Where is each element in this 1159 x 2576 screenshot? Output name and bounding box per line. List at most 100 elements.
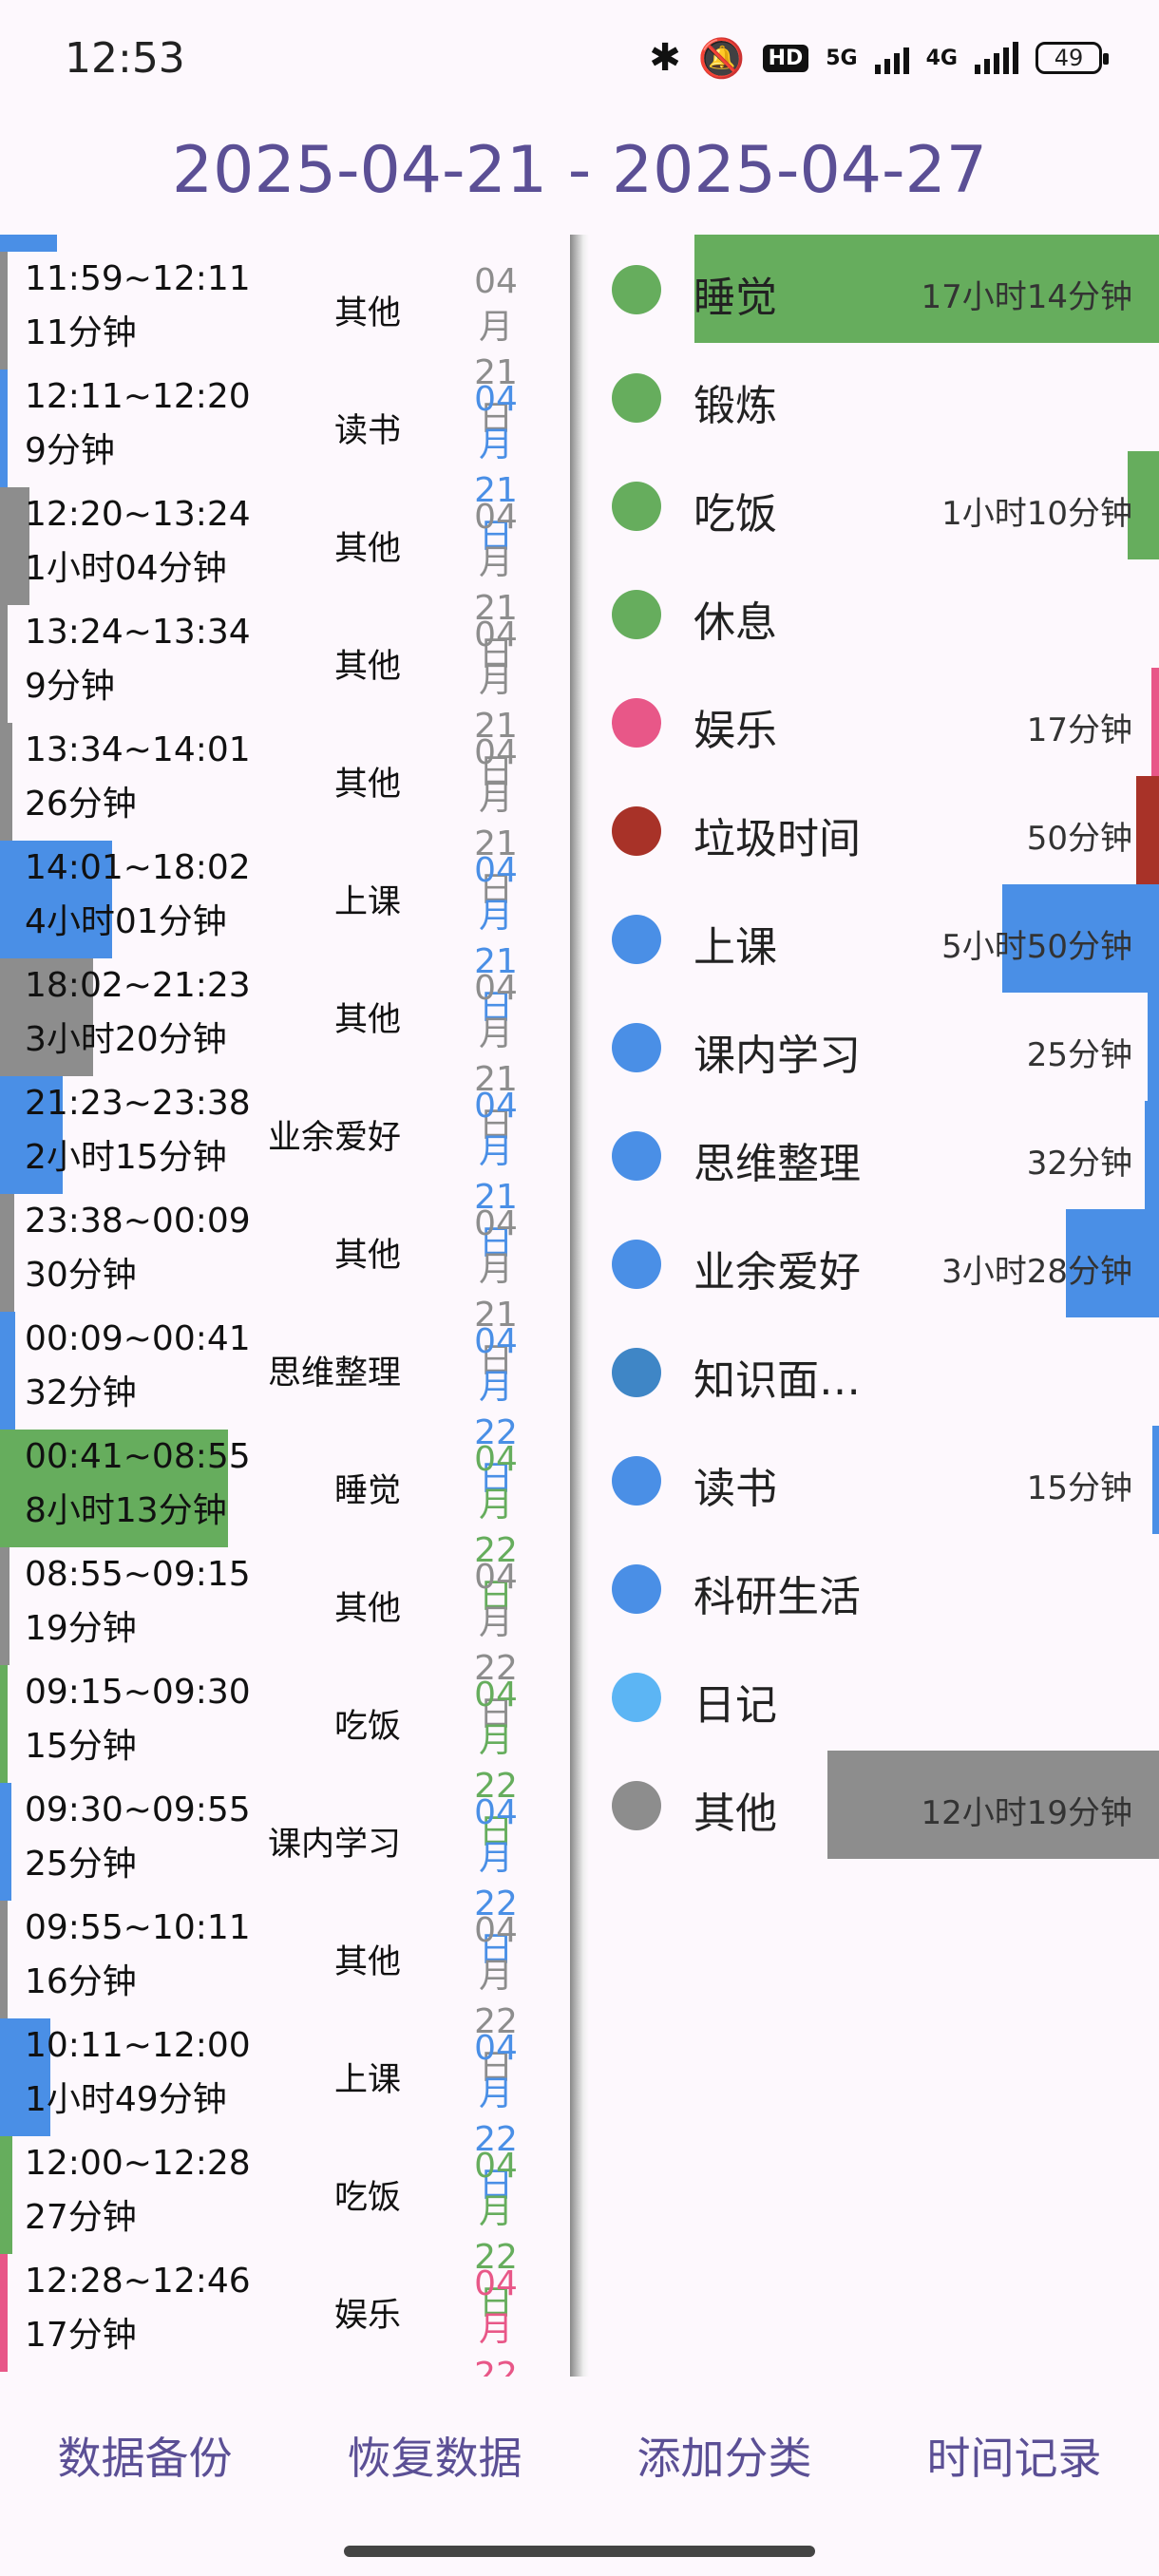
category-row[interactable]: 读书 15分钟 xyxy=(589,1426,1159,1534)
date-range-title[interactable]: 2025-04-21 - 2025-04-27 xyxy=(0,133,1159,208)
record-duration-bar xyxy=(0,1665,8,1783)
category-total-duration: 17小时14分钟 xyxy=(921,278,1132,316)
record-row-partial[interactable] xyxy=(0,235,57,252)
record-category: 吃饭 xyxy=(333,2179,401,2217)
record-time-range: 11:59~12:11 xyxy=(25,259,251,298)
category-row[interactable]: 思维整理 32分钟 xyxy=(589,1101,1159,1209)
category-row[interactable]: 知识面… xyxy=(589,1317,1159,1426)
record-row[interactable]: 21:23~23:38 2小时15分钟 业余爱好 04月 21日 xyxy=(0,1076,570,1262)
category-total-bar xyxy=(1152,1426,1159,1534)
category-name: 吃饭 xyxy=(694,490,777,539)
category-row[interactable]: 锻炼 xyxy=(589,343,1159,451)
restore-data-button[interactable]: 恢复数据 xyxy=(290,2424,580,2487)
record-duration: 9分钟 xyxy=(25,431,115,470)
record-duration-bar xyxy=(0,252,8,369)
record-row[interactable]: 18:02~21:23 3小时20分钟 其他 04月 21日 xyxy=(0,958,570,1145)
record-row[interactable]: 00:41~08:55 8小时13分钟 睡觉 04月 22日 xyxy=(0,1430,570,1616)
record-row[interactable]: 12:11~12:20 9分钟 读书 04月 21日 xyxy=(0,369,570,556)
category-row[interactable]: 其他 12小时19分钟 xyxy=(589,1751,1159,1859)
record-row[interactable]: 09:30~09:55 25分钟 课内学习 04月 22日 xyxy=(0,1783,570,1969)
record-month: 04月 xyxy=(474,616,518,700)
record-duration-bar xyxy=(0,369,8,487)
category-row[interactable]: 睡觉 17小时14分钟 xyxy=(589,235,1159,343)
signal-4g-icon xyxy=(975,42,1018,74)
category-row[interactable]: 垃圾时间 50分钟 xyxy=(589,776,1159,884)
status-bar: 12:53 ✱ 🔕 HD 5G 4G 49 xyxy=(0,0,1159,114)
record-duration: 27分钟 xyxy=(25,2198,137,2237)
record-time-range: 14:01~18:02 xyxy=(25,848,251,887)
record-month: 04月 xyxy=(474,1440,518,1525)
category-color-dot xyxy=(612,1781,661,1830)
record-time-range: 09:15~09:30 xyxy=(25,1673,251,1712)
category-row[interactable]: 休息 xyxy=(589,559,1159,668)
record-row[interactable]: 10:11~12:00 1小时49分钟 上课 04月 22日 xyxy=(0,2018,570,2205)
record-category: 业余爱好 xyxy=(267,1119,401,1157)
record-duration: 2小时15分钟 xyxy=(25,1138,227,1177)
record-category: 吃饭 xyxy=(333,1708,401,1746)
category-row[interactable]: 日记 xyxy=(589,1642,1159,1751)
record-duration-bar xyxy=(0,2136,12,2254)
category-row[interactable]: 业余爱好 3小时28分钟 xyxy=(589,1209,1159,1317)
record-month: 04月 xyxy=(474,262,518,347)
record-row[interactable]: 12:28~12:4617分钟娱乐04月22日 xyxy=(0,2254,570,2377)
record-row[interactable]: 13:24~13:34 9分钟 其他 04月 21日 xyxy=(0,605,570,791)
category-total-duration: 15分钟 xyxy=(1026,1469,1132,1507)
record-duration-bar xyxy=(0,605,8,723)
category-total-bar xyxy=(1151,668,1159,776)
record-month: 04月 xyxy=(474,2264,518,2349)
record-category: 睡觉 xyxy=(333,1472,401,1510)
record-duration-bar xyxy=(0,1547,10,1665)
record-month: 04月 xyxy=(474,733,518,818)
record-row[interactable]: 11:59~12:11 11分钟 其他 04月 21日 xyxy=(0,252,570,438)
category-total-duration: 12小时19分钟 xyxy=(921,1794,1132,1832)
record-row[interactable]: 08:55~09:15 19分钟 其他 04月 22日 xyxy=(0,1547,570,1733)
records-list[interactable]: 11:59~12:11 11分钟 其他 04月 21日 12:11~12:20 9分钟 读书… xyxy=(0,235,570,2377)
record-time-range: 08:55~09:15 xyxy=(25,1555,251,1594)
record-row[interactable]: 23:38~00:09 30分钟 其他 04月 21日 xyxy=(0,1194,570,1380)
record-category: 上课 xyxy=(333,883,401,921)
status-time: 12:53 xyxy=(65,34,185,83)
record-duration-bar xyxy=(0,1194,14,1312)
record-day: 22日 xyxy=(474,2356,518,2377)
record-row[interactable]: 09:55~10:11 16分钟 其他 04月 22日 xyxy=(0,1901,570,2087)
record-row[interactable]: 12:00~12:28 27分钟 吃饭 04月 22日 xyxy=(0,2136,570,2322)
category-row[interactable]: 科研生活 xyxy=(589,1534,1159,1642)
record-row[interactable]: 00:09~00:41 32分钟 思维整理 04月 22日 xyxy=(0,1312,570,1498)
home-indicator[interactable] xyxy=(344,2546,815,2557)
category-list[interactable]: 睡觉 17小时14分钟 锻炼 吃饭 1小时10分钟休息娱乐 17分钟 垃圾时间 50分钟 上课 5… xyxy=(589,235,1159,2377)
record-category: 其他 xyxy=(333,294,401,332)
category-row[interactable]: 吃饭 1小时10分钟 xyxy=(589,451,1159,559)
record-row[interactable]: 09:15~09:30 15分钟 吃饭 04月 22日 xyxy=(0,1665,570,1851)
status-icons: ✱ 🔕 HD 5G 4G 49 xyxy=(649,34,1109,82)
category-row[interactable]: 娱乐 17分钟 xyxy=(589,668,1159,776)
record-time-range: 13:34~14:01 xyxy=(25,730,251,769)
category-total-bar xyxy=(1136,776,1159,884)
time-record-button[interactable]: 时间记录 xyxy=(869,2424,1159,2487)
record-time-range: 09:30~09:55 xyxy=(25,1790,251,1829)
record-month: 04月 xyxy=(474,2147,518,2231)
record-duration: 32分钟 xyxy=(25,1373,137,1412)
category-name: 知识面… xyxy=(694,1356,861,1405)
add-category-button[interactable]: 添加分类 xyxy=(580,2424,869,2487)
category-row[interactable]: 上课 5小时50分钟 xyxy=(589,884,1159,993)
record-duration: 16分钟 xyxy=(25,1962,137,2001)
category-total-duration: 50分钟 xyxy=(1026,820,1132,858)
record-duration: 19分钟 xyxy=(25,1609,137,1648)
record-time-range: 18:02~21:23 xyxy=(25,966,251,1005)
record-category: 其他 xyxy=(333,530,401,568)
record-row[interactable]: 14:01~18:02 4小时01分钟 上课 04月 21日 xyxy=(0,841,570,1027)
record-time-range: 23:38~00:09 xyxy=(25,1202,251,1241)
record-category: 课内学习 xyxy=(267,1826,401,1864)
category-row[interactable]: 课内学习 25分钟 xyxy=(589,993,1159,1101)
record-time-range: 13:24~13:34 xyxy=(25,613,251,652)
battery-level: 49 xyxy=(1054,45,1084,71)
backup-data-button[interactable]: 数据备份 xyxy=(0,2424,290,2487)
record-category: 娱乐 xyxy=(333,2297,401,2335)
panel-divider[interactable] xyxy=(570,235,589,2377)
record-duration: 8小时13分钟 xyxy=(25,1491,227,1530)
category-name: 休息 xyxy=(694,598,777,647)
category-total-bar xyxy=(1145,1101,1159,1209)
record-row[interactable]: 12:20~13:24 1小时04分钟 其他 04月 21日 xyxy=(0,487,570,673)
record-row[interactable]: 13:34~14:01 26分钟 其他 04月 21日 xyxy=(0,723,570,909)
record-duration: 30分钟 xyxy=(25,1256,137,1295)
